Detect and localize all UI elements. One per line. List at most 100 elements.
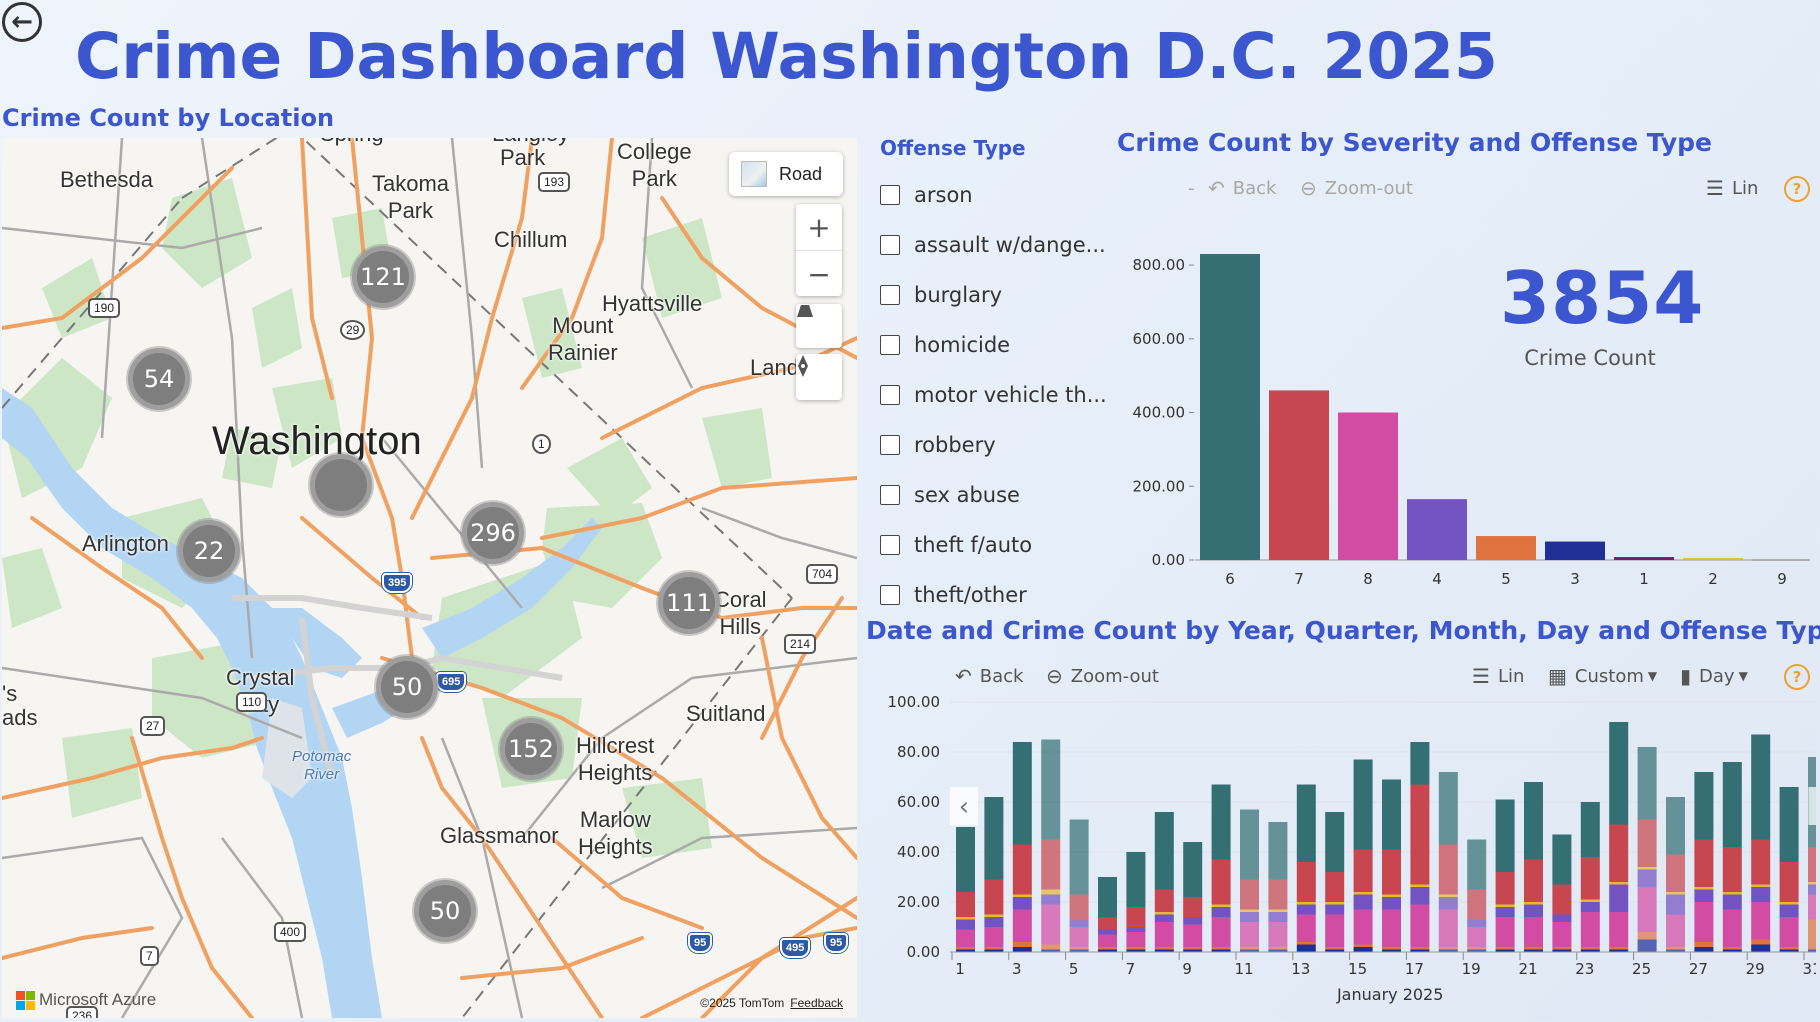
crime-cluster[interactable]: 54 xyxy=(128,348,190,410)
bar-segment xyxy=(1268,922,1288,947)
y-tick-label: 80.00 xyxy=(897,743,940,761)
scale-toggle[interactable]: ☰ Lin xyxy=(1472,664,1524,688)
slicer-item-robbery[interactable]: robbery xyxy=(880,420,1107,470)
bar-segment xyxy=(1410,742,1430,785)
x-tick-label: 4 xyxy=(1432,570,1442,588)
crime-cluster[interactable] xyxy=(310,454,372,516)
slicer-item-assault[interactable]: assault w/dange... xyxy=(880,220,1107,270)
bar xyxy=(1476,536,1536,560)
checkbox[interactable] xyxy=(880,535,900,555)
back-arrow-icon[interactable]: ← xyxy=(2,2,42,42)
chevron-down-icon: ▼ xyxy=(1738,669,1748,683)
place-bethesda: Bethesda xyxy=(60,167,153,192)
chevron-down-icon: ▼ xyxy=(1647,669,1658,683)
scroll-right-button[interactable]: › xyxy=(1808,787,1816,825)
slicer-item-theft-other[interactable]: theft/other xyxy=(880,570,1107,620)
scroll-left-button[interactable]: ‹ xyxy=(950,787,978,825)
bar-segment xyxy=(1779,902,1799,905)
back-button[interactable]: ↶ Back xyxy=(955,664,1023,688)
bar-segment xyxy=(1495,799,1515,872)
checkbox[interactable] xyxy=(880,485,900,505)
feedback-link[interactable]: Feedback xyxy=(790,996,843,1010)
back-button[interactable]: ↶ Back xyxy=(1208,176,1276,200)
crime-map[interactable]: Bethesda Takoma Park Park College Park C… xyxy=(2,138,857,1018)
crime-cluster[interactable]: 50 xyxy=(376,656,438,718)
help-icon[interactable]: ? xyxy=(1784,664,1810,690)
place-hillcrest-heights: Hillcrest Heights xyxy=(576,733,655,785)
bar-segment xyxy=(1183,842,1203,897)
crime-cluster[interactable]: 121 xyxy=(352,246,414,308)
bar-segment xyxy=(1552,834,1572,885)
x-tick-label: 15 xyxy=(1348,960,1367,978)
bar-segment xyxy=(1666,797,1685,855)
bar-segment xyxy=(1637,939,1657,952)
x-tick-label: 31 xyxy=(1802,960,1816,978)
crime-cluster[interactable]: 296 xyxy=(462,502,524,564)
pitch-button[interactable] xyxy=(796,304,842,348)
custom-dropdown[interactable]: ▦ Custom ▼ xyxy=(1548,664,1657,688)
place-coral-hills: Coral Hills xyxy=(714,587,767,639)
zoom-out-button[interactable]: ⊖ Zoom-out xyxy=(1300,176,1413,200)
compass-button[interactable] xyxy=(796,354,842,400)
zoom-out-button[interactable]: − xyxy=(796,250,842,297)
map-style-button[interactable]: Road xyxy=(729,152,843,196)
bar-segment xyxy=(1410,904,1430,947)
bar-segment xyxy=(956,892,975,917)
checkbox[interactable] xyxy=(880,285,900,305)
slicer-item-homicide[interactable]: homicide xyxy=(880,320,1107,370)
bar-segment xyxy=(1325,902,1345,905)
compass-icon xyxy=(796,354,842,400)
checkbox[interactable] xyxy=(880,385,900,405)
checkbox[interactable] xyxy=(880,335,900,355)
bar-segment xyxy=(1041,839,1061,890)
place-marlow-heights: Marlow Heights xyxy=(578,807,653,859)
road-style-thumbnail-icon xyxy=(741,161,767,187)
place-mount-rainier: Mount Rainier xyxy=(548,313,618,365)
granularity-dropdown[interactable]: ▮ Day ▼ xyxy=(1680,664,1748,688)
slicer-item-sex-abuse[interactable]: sex abuse xyxy=(880,470,1107,520)
bar-segment xyxy=(1154,889,1174,912)
bar-segment xyxy=(1609,882,1629,885)
place-partial-ads: ads xyxy=(2,705,38,730)
help-icon[interactable]: ? xyxy=(1784,176,1810,202)
slicer-item-burglary[interactable]: burglary xyxy=(880,270,1107,320)
crime-cluster[interactable]: 50 xyxy=(414,880,476,942)
slicer-item-arson[interactable]: arson xyxy=(880,170,1107,220)
x-tick-label: 21 xyxy=(1518,960,1537,978)
bar-segment xyxy=(956,827,975,892)
bar-segment xyxy=(1382,947,1401,950)
y-tick-label: 0.00 xyxy=(1152,551,1185,569)
slicer-item-theft-auto[interactable]: theft f/auto xyxy=(880,520,1107,570)
bar-segment xyxy=(1495,907,1515,917)
undo-icon: ↶ xyxy=(1208,176,1225,200)
bar-segment xyxy=(1098,934,1117,947)
bar-segment xyxy=(1410,947,1430,950)
checkbox[interactable] xyxy=(880,435,900,455)
bar-segment xyxy=(1012,894,1032,897)
bar-segment xyxy=(1438,844,1458,895)
bar-segment xyxy=(1183,917,1203,925)
bar-segment xyxy=(1012,909,1032,942)
checkbox[interactable] xyxy=(880,585,900,605)
checkbox[interactable] xyxy=(880,185,900,205)
bar-segment xyxy=(1353,894,1373,910)
checkbox[interactable] xyxy=(880,235,900,255)
scroll-right-bg xyxy=(1808,787,1816,825)
slicer-item-label: assault w/dange... xyxy=(914,233,1106,257)
bar-segment xyxy=(1722,847,1742,892)
bar-segment xyxy=(1694,889,1714,902)
zoom-in-button[interactable]: + xyxy=(796,204,842,250)
slicer-item-motor-vehicle[interactable]: motor vehicle th... xyxy=(880,370,1107,420)
bar-segment xyxy=(1098,917,1117,930)
crime-cluster[interactable]: 111 xyxy=(658,572,720,634)
bar-segment xyxy=(984,914,1004,917)
y-tick-label: 200.00 xyxy=(1133,477,1186,495)
bar-segment xyxy=(1467,927,1487,947)
zoom-out-button[interactable]: ⊖ Zoom-out xyxy=(1046,664,1159,688)
bar-segment xyxy=(1353,909,1373,945)
date-stacked-bar-chart: 0.0020.0040.0060.0080.00100.001 3 5 7 9 11 13 1… xyxy=(888,693,1816,1004)
bar-segment xyxy=(1467,889,1487,920)
scale-toggle[interactable]: ☰ Lin xyxy=(1706,176,1758,200)
crime-cluster[interactable]: 152 xyxy=(500,718,562,780)
crime-cluster[interactable]: 22 xyxy=(178,520,240,582)
